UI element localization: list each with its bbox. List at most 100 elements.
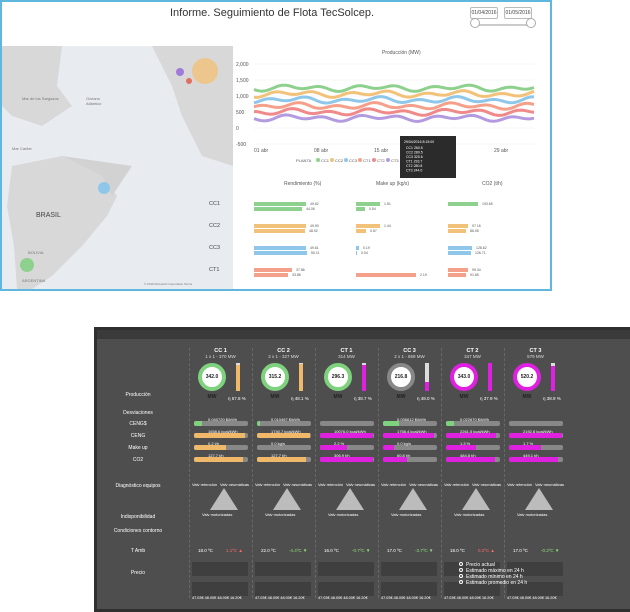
plant-bubble-ct3[interactable] (176, 68, 184, 76)
diagnostic-label-left: Valv retención (255, 482, 281, 487)
slider-end-handle[interactable] (526, 18, 536, 28)
price-min-icon (459, 574, 463, 578)
ceng-heat-rate-value: 1758.4 kcal/kWh (397, 429, 427, 434)
temperature-sparkline (255, 562, 311, 576)
price-actual-icon (459, 562, 463, 566)
plant-map[interactable]: Mar de los Sargazos Océano Atlántico BRA… (2, 46, 233, 289)
co2-value: 60.8 t/h (397, 453, 411, 458)
production-gauge: 520.2 MW (513, 363, 541, 400)
diagnostic-triangle[interactable] (399, 488, 427, 510)
production-gauge: 342.0 MW (198, 363, 226, 400)
y-tick-label: 1,000 (236, 94, 249, 100)
plant-bubble-cc3[interactable] (98, 182, 110, 194)
makeup-bar (356, 273, 416, 277)
plant-bubble-large[interactable] (192, 58, 218, 84)
co2-value: 97.16 (472, 224, 481, 228)
row-label: Desviaciones (123, 410, 153, 416)
row-label: Indisponibilidad (120, 514, 156, 520)
map-label-sargasso: Mar de los Sargazos (22, 96, 59, 101)
rendimiento-value: 50.11 (311, 251, 320, 255)
rendimiento-bar (254, 273, 288, 277)
production-gauge: 315.2 MW (261, 363, 289, 400)
unit-column[interactable]: CT 1 314 MW 296.3 MW η 38.7 % 10076.0 kcal… (315, 348, 377, 600)
production-value: 342.0 MW (205, 374, 219, 400)
legend-item: CC1 (321, 158, 330, 163)
makeup-value: 1.7 % (523, 441, 534, 446)
production-value: 343.0 MW (457, 374, 471, 400)
rendimiento-value: 44.06 (306, 207, 315, 211)
production-value: 216.8 MW (394, 374, 408, 400)
rendimiento-value: 49.61 (310, 246, 319, 250)
makeup-bar (356, 246, 359, 250)
date-range-slider[interactable] (478, 24, 532, 26)
ceng-heat-rate-value: 10076.0 kcal/kWh (334, 429, 366, 434)
diagnostic-label-bottom: Valv motorizadas (454, 512, 485, 517)
row-label: Condiciones contorno (113, 528, 163, 534)
makeup-bar (446, 445, 500, 450)
y-tick-label: 0 (236, 126, 239, 132)
rendimiento-value: 48.92 (309, 229, 318, 233)
plant-bubble-cc1[interactable] (20, 258, 34, 272)
price-sparkline (255, 582, 311, 596)
ceng-heat-rate-value: 1658.6 kcal/kWh (208, 429, 238, 434)
production-value: 296.3 MW (331, 374, 345, 400)
efficiency-value: η 38.7 % (354, 396, 372, 401)
rendimiento-bar (254, 290, 292, 291)
unit-column[interactable]: CT 3 579 MW 520.2 MW η 38.9 % 2192.8 kcal/… (504, 348, 566, 600)
rendimiento-value: 49.62 (310, 202, 319, 206)
makeup-bar (194, 445, 248, 450)
diagnostic-label-left: Valv retención (318, 482, 344, 487)
makeup-bar (509, 445, 563, 450)
co2-value: 449.1 t/h (523, 453, 539, 458)
unit-capacity: 2 x 1 - 659 MW (394, 354, 425, 359)
rendimiento-value: 37.86 (296, 268, 305, 272)
makeup-value: 0.54 (369, 207, 376, 211)
map-label-atlantic: Océano Atlántico (86, 96, 102, 106)
diagnostic-triangle[interactable] (462, 488, 490, 510)
co2-value: 99.34 (472, 268, 481, 272)
x-tick-label: 15 abr (374, 148, 389, 154)
production-charts: Producción (MW) 2,000 1,500 1,000 500 0 -500 … (234, 42, 550, 291)
unit-column[interactable]: CC 22 x 1 - 327 MW 315.2 MW η 48.1 % 0.01… (252, 348, 314, 600)
diagnostic-label-left: Valv retención (192, 482, 218, 487)
temperature-sparkline (192, 562, 248, 576)
co2-value: 127.7 t/h (271, 453, 287, 458)
ceng-cost-value: 0.010467 $/kWh (271, 417, 301, 422)
temp-delta: 1.1ºC ▲ (226, 548, 243, 553)
co2-value: 193.65 (482, 202, 493, 206)
plant-status-panel: Producción Desviaciones CENG$ CENG Make up CO… (94, 327, 630, 612)
unit-capacity: 314 MW (338, 354, 355, 359)
row-label: CO2 (132, 457, 144, 463)
tooltip-row: CT1 233.7 (406, 160, 422, 164)
row-label: Diagnóstico equipos (115, 483, 161, 489)
unit-column[interactable]: CT 2 347 MW 343.0 MW η 37.9 % 0.022670 $/k… (441, 348, 503, 600)
temp-delta: 0.2ºC ▲ (478, 548, 495, 553)
legend-label: PLANTA (296, 158, 312, 163)
slider-start-handle[interactable] (470, 18, 480, 28)
makeup-bar (356, 202, 380, 206)
legend-swatch (386, 158, 390, 162)
plant-bubble-ct2[interactable] (186, 78, 192, 84)
efficiency-bar (488, 363, 492, 391)
co2-value: 127.7 t/h (208, 453, 224, 458)
legend-swatch (316, 158, 320, 162)
efficiency-bar (551, 363, 555, 391)
legend-item: CT1 (363, 158, 371, 163)
date-to-input[interactable]: 01/05/2016 (504, 7, 532, 19)
production-value: 315.2 MW (268, 374, 282, 400)
diagnostic-triangle[interactable] (336, 488, 364, 510)
co2-bar (448, 268, 468, 272)
unit-column[interactable]: CC 32 x 1 - 659 MW 216.8 MW η 48.0 % 0.03… (378, 348, 440, 600)
diagnostic-triangle[interactable] (210, 488, 238, 510)
unit-column[interactable]: CC 11 x 1 - 370 MW 342.0 MW η 57.8 % 0.04… (189, 348, 251, 600)
tooltip-date: 29/04/2016 8:15:00 (404, 140, 434, 144)
tooltip-row: CC1 260.5 (406, 146, 423, 150)
diagnostic-label-right: Valv neumáticas (409, 482, 439, 487)
diagnostic-triangle[interactable] (273, 488, 301, 510)
diagnostic-triangle[interactable] (525, 488, 553, 510)
ceng-heat-rate-value: 1740.7 kcal/kWh (271, 429, 301, 434)
ambient-temp: 18.0 ºC (198, 548, 213, 553)
section-rendimiento: Rendimiento (%) (284, 181, 322, 187)
price-sparkline (318, 582, 374, 596)
temp-delta: -0.7ºC ▼ (352, 548, 371, 553)
